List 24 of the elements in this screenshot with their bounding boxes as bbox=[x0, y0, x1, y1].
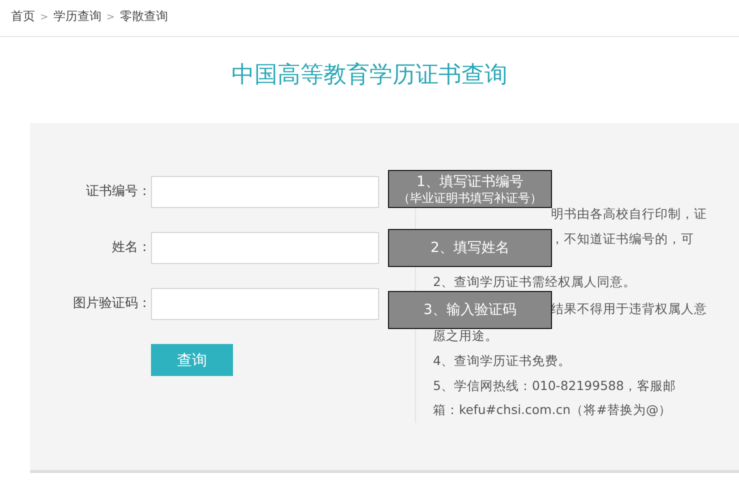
input-field[interactable] bbox=[151, 288, 379, 320]
breadcrumb-current: 零散查询 bbox=[120, 9, 168, 23]
field-label: 证书编号： bbox=[85, 183, 151, 202]
note-text: 4、查询学历证书免费。 bbox=[433, 352, 571, 370]
note-text: 愿之用途。 bbox=[433, 327, 498, 346]
input-field[interactable] bbox=[151, 232, 379, 264]
breadcrumb-separator: > bbox=[106, 12, 115, 23]
note-text: 箱：kefu#chsi.com.cn（将#替换为@） bbox=[433, 401, 672, 420]
note-text: ，不知道证书编号的，可 bbox=[551, 230, 694, 248]
breadcrumb-link[interactable]: 学历查询 bbox=[53, 9, 102, 23]
hint-text: （毕业证明书填写补证号） bbox=[398, 191, 542, 205]
breadcrumb-separator: > bbox=[40, 12, 48, 23]
note-text: 结果不得用于违背权属人意 bbox=[551, 300, 707, 318]
note-text: 明书由各高校自行印制，证 bbox=[551, 205, 707, 223]
breadcrumb-link[interactable]: 首页 bbox=[11, 9, 35, 23]
input-field[interactable] bbox=[151, 176, 379, 208]
hint-box: 2、填写姓名 bbox=[388, 229, 552, 267]
field-label: 图片验证码： bbox=[72, 295, 151, 314]
note-text: 2、查询学历证书需经权属人同意。 bbox=[433, 273, 636, 292]
note-text: 5、学信网热线：010-82199588，客服邮 bbox=[433, 376, 676, 395]
hint-text: 1、填写证书编号 bbox=[416, 173, 524, 191]
page-title: 中国高等教育学历证书查询 bbox=[230, 61, 508, 90]
field-label: 姓名： bbox=[111, 239, 151, 258]
hint-box: 3、输入验证码 bbox=[388, 291, 552, 329]
